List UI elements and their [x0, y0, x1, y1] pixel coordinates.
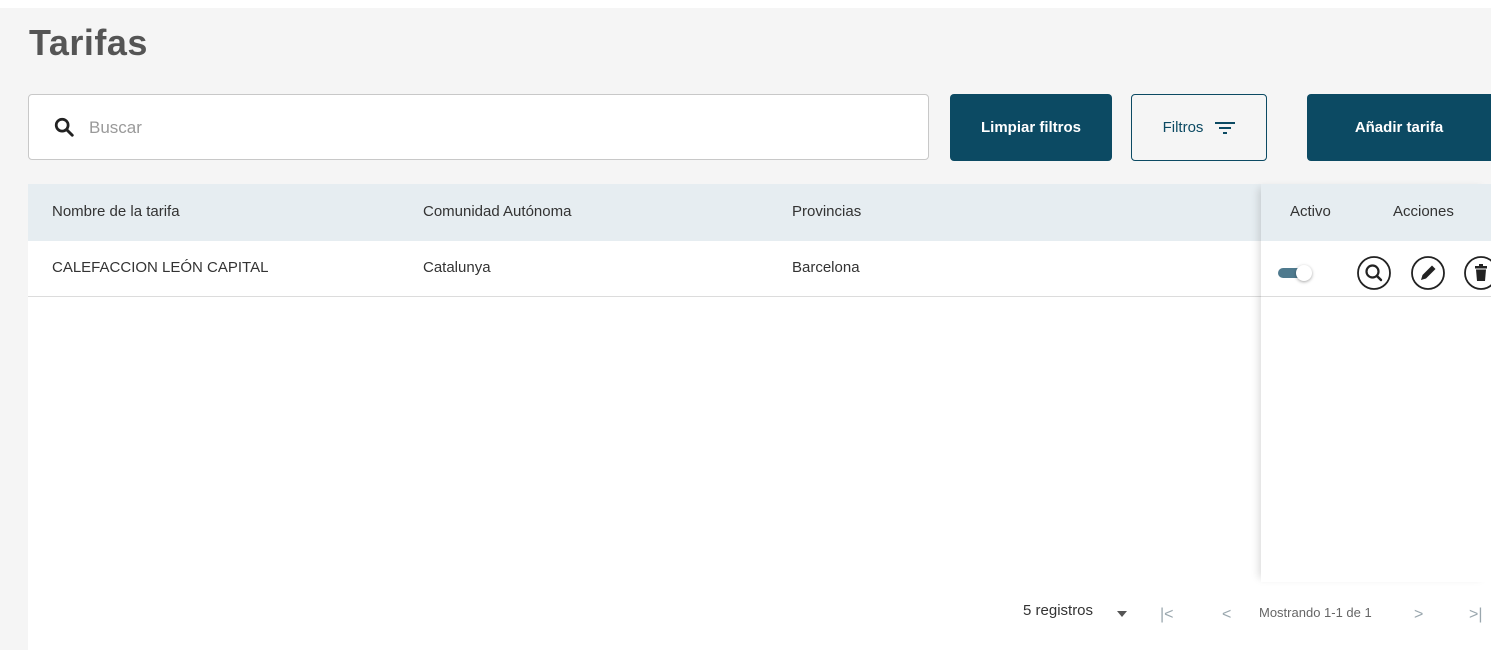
cell-community: Catalunya	[423, 259, 491, 276]
filters-button[interactable]: Filtros	[1131, 94, 1267, 161]
pagination-status: Mostrando 1-1 de 1	[1259, 605, 1372, 620]
toggle-knob	[1296, 265, 1312, 281]
active-toggle[interactable]	[1278, 265, 1314, 281]
next-page-button[interactable]: >	[1414, 606, 1423, 624]
last-page-button[interactable]: >|	[1469, 606, 1483, 624]
page-size-label[interactable]: 5 registros	[1023, 602, 1093, 619]
column-header-name[interactable]: Nombre de la tarifa	[52, 203, 180, 220]
previous-page-button[interactable]: <	[1222, 606, 1231, 624]
search-input[interactable]	[87, 111, 911, 145]
clear-filters-button[interactable]: Limpiar filtros	[950, 94, 1112, 161]
sticky-actions-column	[1261, 184, 1491, 582]
add-tariff-button[interactable]: Añadir tarifa	[1307, 94, 1491, 161]
column-header-provinces[interactable]: Provincias	[792, 203, 861, 220]
column-header-community[interactable]: Comunidad Autónoma	[423, 203, 571, 220]
delete-icon[interactable]	[1463, 255, 1491, 291]
edit-icon[interactable]	[1410, 255, 1446, 291]
filter-icon	[1215, 121, 1236, 134]
search-icon	[54, 117, 74, 137]
page-title: Tarifas	[29, 22, 148, 63]
chevron-down-icon[interactable]	[1117, 611, 1127, 617]
cell-tariff-name: CALEFACCION LEÓN CAPITAL	[52, 259, 269, 276]
cell-provinces: Barcelona	[792, 259, 860, 276]
filters-button-label: Filtros	[1162, 119, 1204, 136]
page-background: Tarifas Limpiar filtros Filtros Añadir t…	[0, 8, 1491, 650]
first-page-button[interactable]: |<	[1160, 606, 1174, 624]
tariffs-table: Nombre de la tarifa Comunidad Autónoma P…	[28, 184, 1491, 650]
view-icon[interactable]	[1356, 255, 1392, 291]
search-box[interactable]	[28, 94, 929, 160]
